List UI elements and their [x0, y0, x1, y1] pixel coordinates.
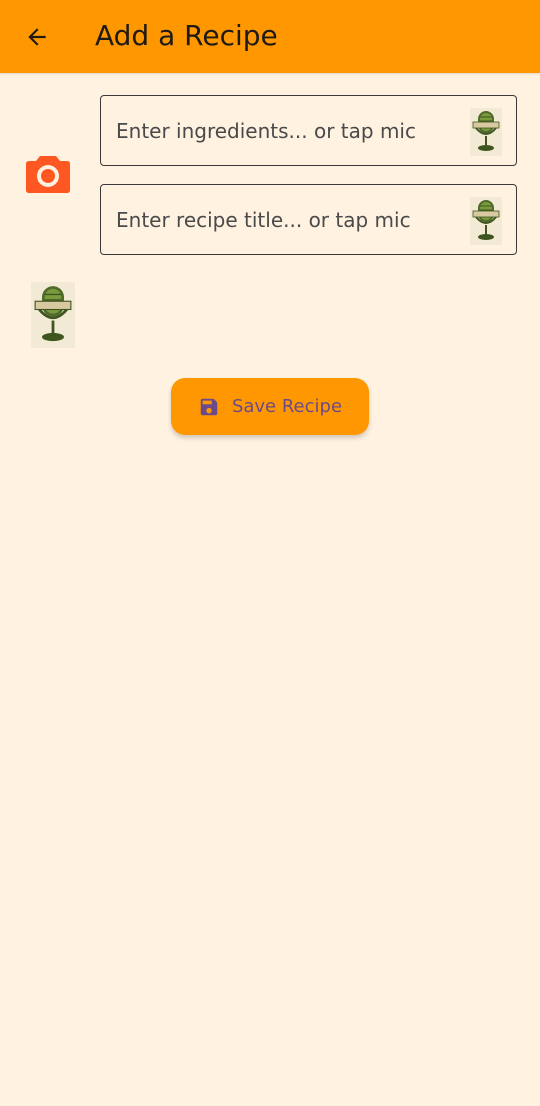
recipe-title-field [100, 184, 517, 255]
back-button[interactable] [16, 16, 58, 58]
ingredients-input[interactable] [116, 96, 456, 165]
voicecook-logo-icon[interactable] [30, 282, 76, 348]
voicecook-mic-icon[interactable] [470, 197, 502, 245]
ingredients-field [100, 95, 517, 166]
voicecook-mic-icon[interactable] [470, 108, 502, 156]
page-title: Add a Recipe [95, 19, 278, 52]
save-icon [200, 398, 218, 415]
save-recipe-label: Save Recipe [231, 396, 343, 417]
recipe-title-input[interactable] [116, 185, 456, 254]
camera-button[interactable] [22, 150, 74, 198]
camera-icon [26, 156, 70, 193]
app-bar: Add a Recipe [0, 0, 540, 73]
arrow-left-icon [28, 28, 46, 46]
save-recipe-button[interactable]: Save Recipe [171, 378, 369, 435]
